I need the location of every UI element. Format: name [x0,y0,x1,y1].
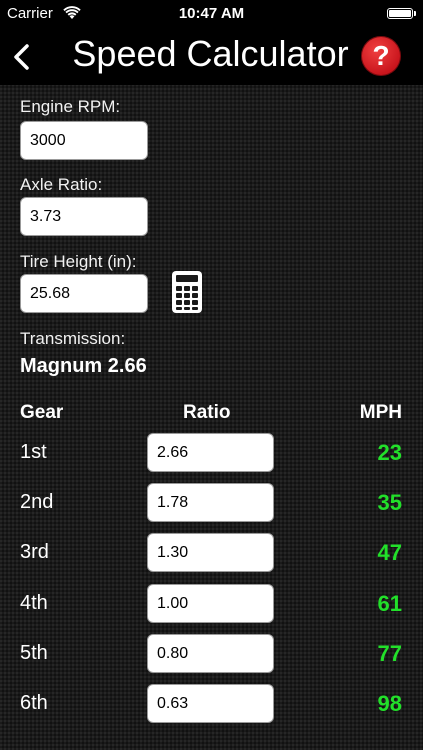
navigation-bar: Speed Calculator ? [0,28,423,85]
gear-label: 3rd [20,541,49,563]
gear-label: 5th [20,642,48,664]
gear-ratio-input[interactable]: 0.63 [147,684,274,723]
page-title-text: Speed Calculator [72,33,349,74]
gear-ratio-input[interactable]: 1.00 [147,584,274,623]
gear-ratio-input[interactable]: 0.80 [147,634,274,673]
gear-mph-value: 77 [377,641,402,666]
page-title: Speed Calculator [0,32,423,76]
gear-mph-value: 47 [377,540,402,565]
gear-ratio-input[interactable]: 2.66 [147,433,274,472]
gear-label: 4th [20,592,48,614]
mph-column-header: MPH [359,402,402,423]
ratio-column-header: Ratio [183,402,231,423]
status-bar: Carrier 10:47 AM [0,0,423,28]
engine-rpm-input[interactable]: 3000 [20,121,148,160]
battery-icon [387,8,416,19]
gear-mph-value: 61 [377,591,402,616]
gear-label: 6th [20,692,48,714]
tire-height-input[interactable]: 25.68 [20,274,148,313]
gear-column-header: Gear [20,402,64,423]
help-button[interactable]: ? [361,36,401,76]
gear-mph-value: 98 [377,691,402,716]
engine-rpm-label: Engine RPM: [20,97,121,116]
transmission-value[interactable]: Magnum 2.66 [20,355,147,378]
axle-ratio-input[interactable]: 3.73 [20,197,148,236]
tire-height-label: Tire Height (in): [20,252,137,271]
gear-mph-value: 23 [377,440,402,465]
transmission-label: Transmission: [20,329,126,348]
clock: 10:47 AM [178,5,245,22]
gear-label: 2nd [20,491,54,513]
axle-ratio-label: Axle Ratio: [20,175,103,194]
gear-ratio-input[interactable]: 1.78 [147,483,274,522]
calculator-icon[interactable] [172,271,202,313]
gear-mph-value: 35 [377,490,402,515]
gear-label: 1st [20,441,47,463]
gear-ratio-input[interactable]: 1.30 [147,533,274,572]
